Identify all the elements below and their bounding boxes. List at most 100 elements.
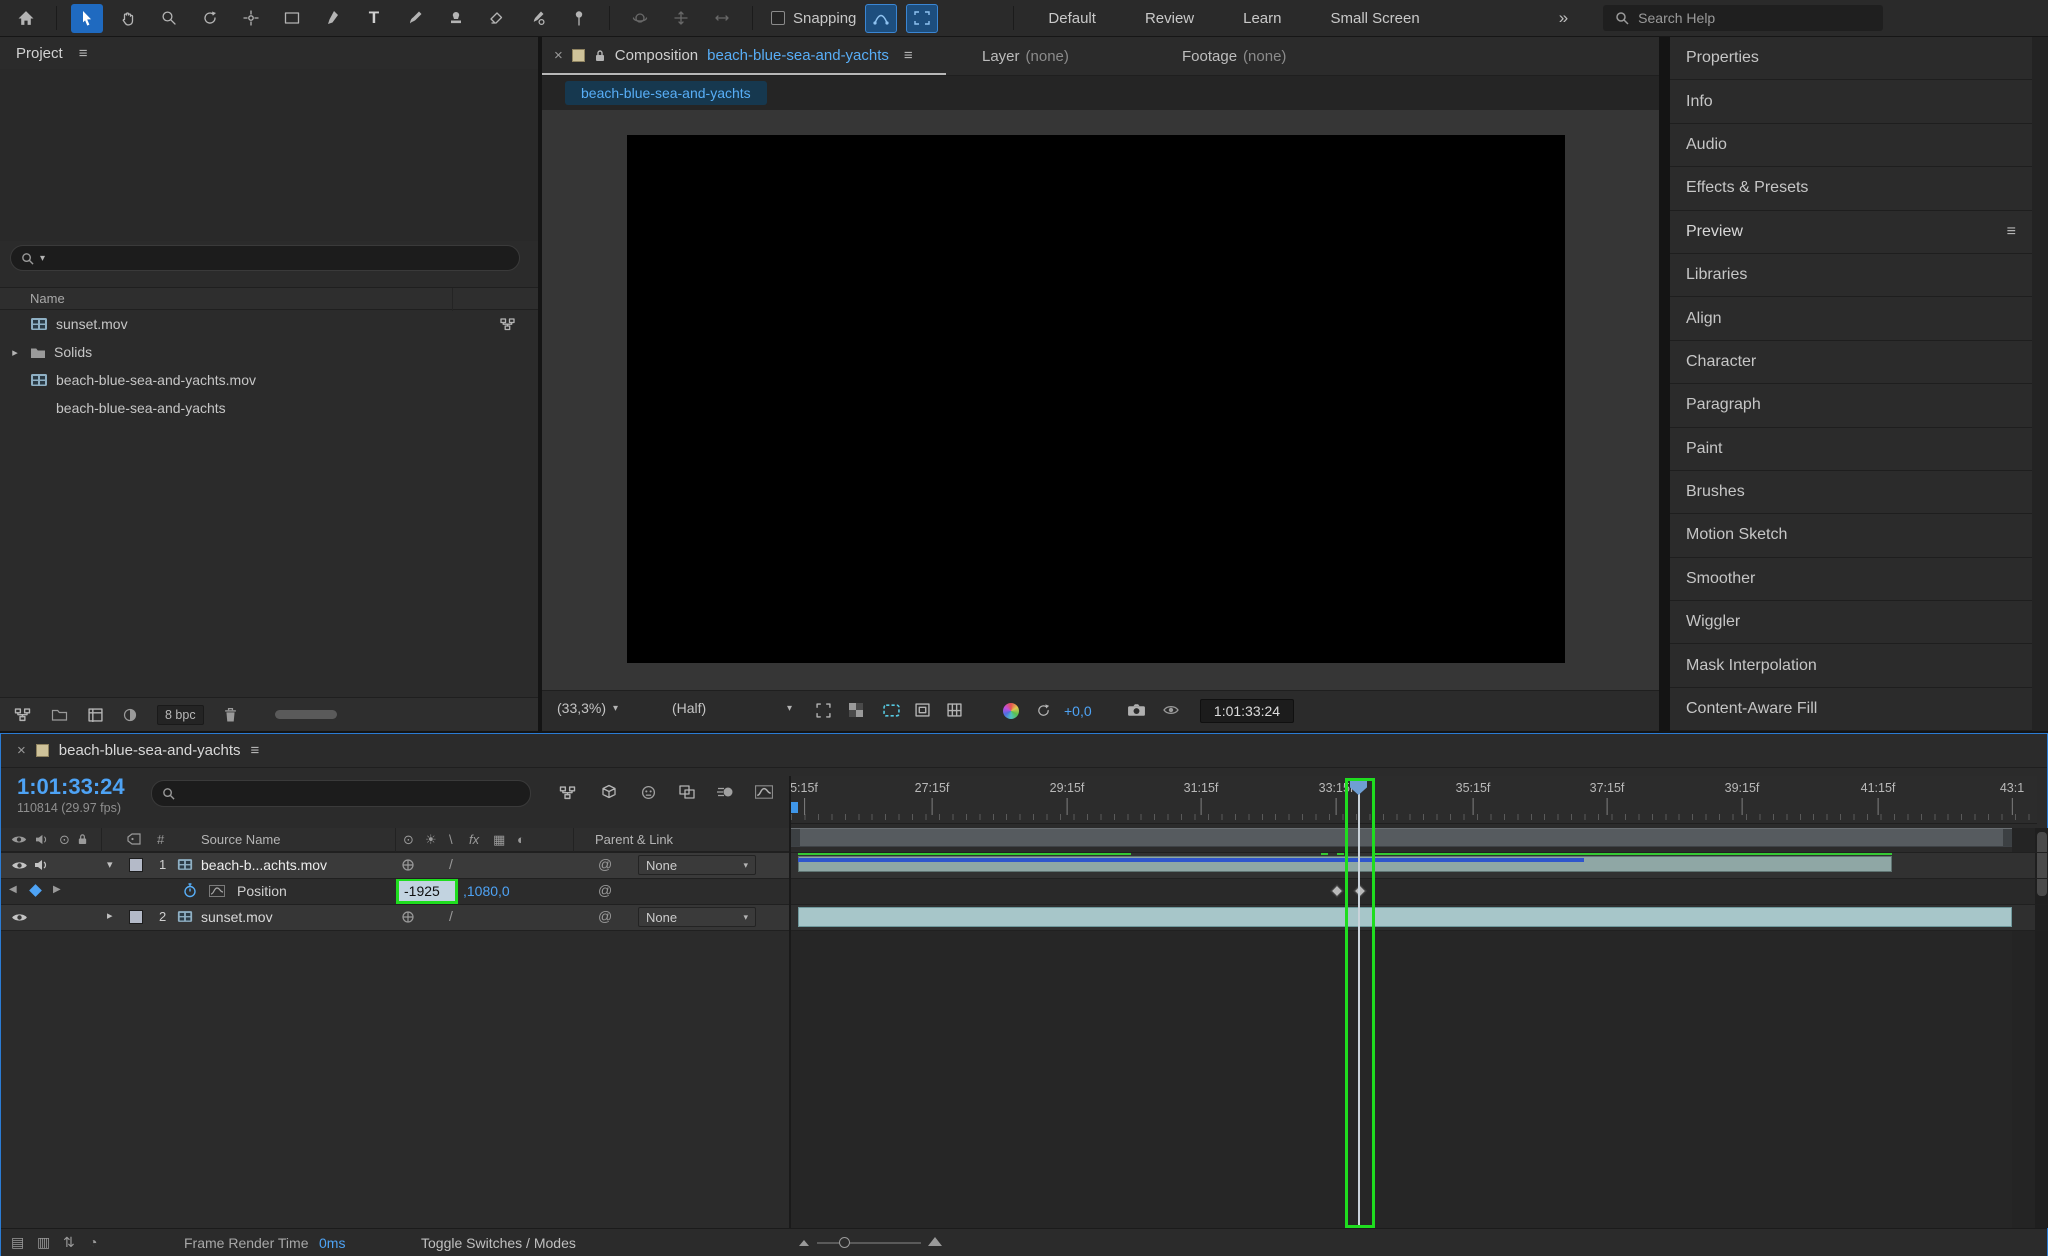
hand-tool[interactable] bbox=[112, 4, 144, 33]
panel-menu-icon[interactable]: ≡ bbox=[2007, 223, 2016, 241]
parent-dropdown[interactable]: None ▾ bbox=[638, 855, 756, 875]
panel-item-info[interactable]: Info bbox=[1670, 80, 2032, 124]
position-property-row[interactable]: ◀ ▶ Position -1925 ,1080,0 @ bbox=[1, 878, 791, 904]
workspace-tab-review[interactable]: Review bbox=[1125, 10, 1214, 27]
panel-item-paint[interactable]: Paint bbox=[1670, 427, 2032, 471]
previous-keyframe-icon[interactable]: ◀ bbox=[9, 884, 17, 895]
project-item-sunset[interactable]: sunset.mov bbox=[0, 310, 538, 338]
mask-visibility-icon[interactable] bbox=[883, 704, 900, 717]
layer-name[interactable]: beach-b...achts.mov bbox=[201, 857, 327, 873]
project-item-solids[interactable]: ▸ Solids bbox=[0, 338, 538, 366]
expander-icon[interactable]: ▸ bbox=[8, 346, 22, 359]
workspace-tab-learn[interactable]: Learn bbox=[1223, 10, 1301, 27]
selection-tool[interactable] bbox=[71, 3, 103, 33]
stopwatch-icon[interactable] bbox=[183, 883, 197, 898]
resolution-dropdown[interactable]: (Half) ▾ bbox=[672, 700, 792, 716]
shy-switch-icon[interactable] bbox=[401, 858, 415, 872]
timeline-search-field[interactable] bbox=[151, 780, 531, 807]
color-management-icon[interactable] bbox=[1003, 703, 1019, 719]
panel-menu-icon[interactable]: ≡ bbox=[251, 742, 260, 759]
mini-flowchart-icon[interactable]: ◔ bbox=[89, 1234, 97, 1250]
project-search-field[interactable]: ▾ bbox=[10, 245, 520, 271]
work-area-bar[interactable] bbox=[791, 828, 2012, 847]
clone-stamp-tool[interactable] bbox=[440, 4, 472, 33]
motion-blur-icon[interactable] bbox=[717, 785, 734, 799]
layer-bar-2[interactable] bbox=[798, 907, 2012, 927]
snap-bezier-toggle-icon[interactable] bbox=[865, 3, 898, 33]
panel-item-motion-sketch[interactable]: Motion Sketch bbox=[1670, 514, 2032, 558]
panel-item-align[interactable]: Align bbox=[1670, 297, 2032, 341]
draft-3d-icon[interactable] bbox=[601, 784, 617, 800]
workspace-tab-small-screen[interactable]: Small Screen bbox=[1311, 10, 1440, 27]
panel-item-wiggler[interactable]: Wiggler bbox=[1670, 601, 2032, 645]
bit-depth-button[interactable]: 8 bpc bbox=[157, 704, 204, 725]
horizontal-scrollbar[interactable] bbox=[274, 710, 337, 719]
eraser-tool[interactable] bbox=[481, 4, 513, 33]
transparency-grid-icon[interactable] bbox=[849, 703, 863, 717]
quality-switch-icon[interactable]: / bbox=[449, 856, 453, 872]
keyframe-diamond[interactable] bbox=[1353, 884, 1367, 898]
close-icon[interactable]: × bbox=[17, 742, 26, 759]
panel-item-properties[interactable]: Properties bbox=[1670, 37, 2032, 81]
eye-icon[interactable] bbox=[11, 860, 28, 871]
pan-camera-tool[interactable] bbox=[665, 4, 697, 33]
rotation-tool[interactable] bbox=[194, 4, 226, 33]
current-timecode[interactable]: 1:01:33:24 bbox=[17, 774, 125, 800]
expand-transfer-controls-icon[interactable]: ▥ bbox=[37, 1234, 50, 1251]
timeline-ruler[interactable]: 5:15f 27:15f 29:15f 31:15f 33:15f 35:15f… bbox=[791, 776, 2037, 824]
panel-item-paragraph[interactable]: Paragraph bbox=[1670, 384, 2032, 428]
guides-icon[interactable] bbox=[915, 703, 930, 717]
layer-label-color[interactable] bbox=[129, 858, 143, 872]
puppet-pin-tool[interactable] bbox=[563, 4, 595, 33]
tab-layer[interactable]: Layer (none) bbox=[982, 37, 1069, 75]
help-search-field[interactable]: Search Help bbox=[1603, 5, 1884, 31]
eye-icon[interactable] bbox=[11, 912, 28, 923]
new-composition-icon[interactable] bbox=[88, 707, 103, 722]
zoom-in-mountain-icon[interactable] bbox=[927, 1235, 943, 1247]
panel-item-mask-interpolation[interactable]: Mask Interpolation bbox=[1670, 644, 2032, 688]
columns-tracks-divider[interactable] bbox=[789, 776, 791, 1228]
type-tool[interactable]: T bbox=[358, 4, 390, 33]
speaker-icon[interactable] bbox=[34, 859, 48, 871]
trash-icon[interactable] bbox=[224, 707, 237, 722]
viewer-timecode[interactable]: 1:01:33:24 bbox=[1200, 699, 1294, 723]
project-item-beach-comp[interactable]: beach-blue-sea-and-yachts bbox=[0, 394, 538, 422]
vertical-scrollbar[interactable] bbox=[2035, 828, 2048, 1228]
composition-canvas[interactable] bbox=[627, 135, 1565, 663]
playhead-line[interactable] bbox=[1358, 792, 1360, 1228]
toggle-switches-modes-button[interactable]: Toggle Switches / Modes bbox=[421, 1235, 576, 1251]
hide-shy-icon[interactable] bbox=[641, 785, 656, 800]
comp-marker[interactable] bbox=[791, 802, 798, 813]
expander-icon[interactable]: ▾ bbox=[107, 858, 113, 871]
panel-item-preview[interactable]: Preview ≡ bbox=[1670, 210, 2032, 254]
composition-mini-flowchart-icon[interactable] bbox=[559, 786, 576, 800]
pick-whip-icon[interactable]: @ bbox=[598, 856, 612, 872]
region-of-interest-icon[interactable] bbox=[816, 703, 831, 718]
graph-editor-icon[interactable] bbox=[755, 785, 773, 799]
timeline-tab[interactable]: × beach-blue-sea-and-yachts ≡ bbox=[1, 734, 2047, 768]
panel-item-audio[interactable]: Audio bbox=[1670, 123, 2032, 168]
exposure-value[interactable]: +0,0 bbox=[1064, 703, 1092, 719]
lock-icon[interactable] bbox=[594, 49, 606, 62]
panel-item-smoother[interactable]: Smoother bbox=[1670, 557, 2032, 602]
project-item-beach-mov[interactable]: beach-blue-sea-and-yachts.mov bbox=[0, 366, 538, 394]
brush-tool[interactable] bbox=[399, 4, 431, 33]
layer-track-2[interactable] bbox=[791, 904, 2035, 930]
pen-tool[interactable] bbox=[317, 4, 349, 33]
position-yz-value[interactable]: ,1080,0 bbox=[463, 883, 510, 899]
panel-menu-icon[interactable]: ≡ bbox=[904, 47, 913, 64]
snap-expand-toggle-icon[interactable] bbox=[906, 3, 939, 33]
snapshot-camera-icon[interactable] bbox=[1127, 703, 1146, 717]
close-icon[interactable]: × bbox=[554, 47, 563, 64]
work-area-end-handle[interactable] bbox=[2003, 829, 2012, 846]
panel-item-character[interactable]: Character bbox=[1670, 340, 2032, 385]
snapping-control[interactable]: Snapping bbox=[771, 10, 856, 27]
layer-name[interactable]: sunset.mov bbox=[201, 909, 273, 925]
workspace-tab-default[interactable]: Default bbox=[1028, 10, 1116, 27]
snapping-checkbox[interactable] bbox=[771, 11, 785, 25]
layer-label-color[interactable] bbox=[129, 910, 143, 924]
timeline-zoom-slider[interactable] bbox=[817, 1242, 921, 1244]
position-x-value-field[interactable]: -1925 bbox=[396, 878, 458, 904]
scroll-thumb[interactable] bbox=[2037, 832, 2047, 896]
grid-icon[interactable] bbox=[947, 703, 962, 717]
